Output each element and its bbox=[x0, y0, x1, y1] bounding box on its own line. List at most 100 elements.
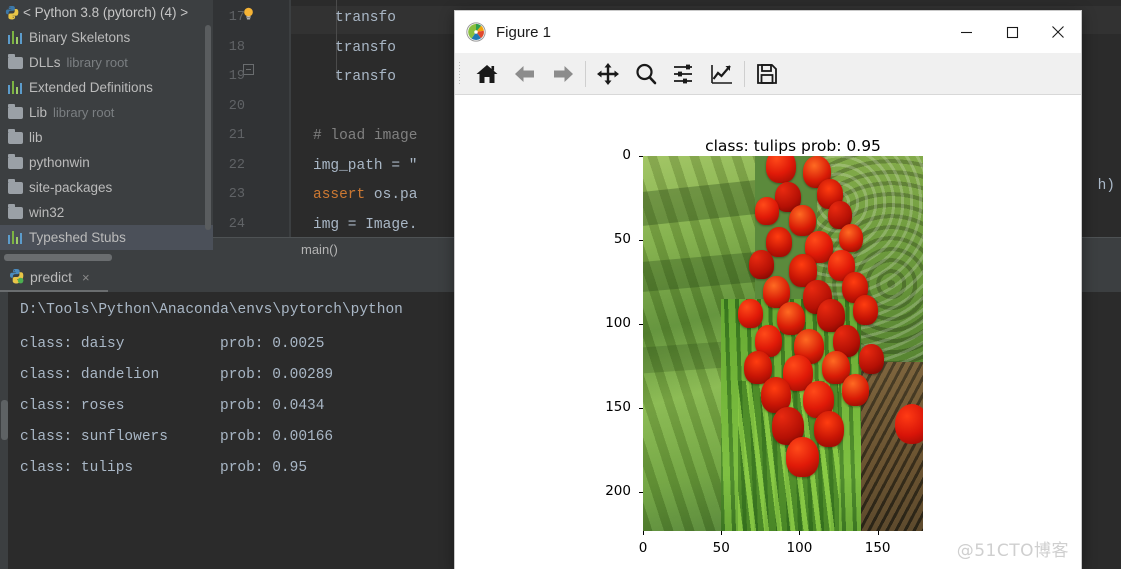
tulip-blossom bbox=[749, 249, 775, 279]
line-number: 23 bbox=[228, 187, 245, 202]
tulip-blossom bbox=[858, 343, 884, 374]
tulip-blossom bbox=[839, 223, 863, 252]
code-line: # load image bbox=[313, 128, 418, 144]
line-number: 19 bbox=[228, 69, 245, 84]
folder-icon bbox=[8, 154, 23, 169]
project-item-site-packages[interactable]: site-packages bbox=[0, 175, 213, 200]
project-vertical-scrollbar[interactable] bbox=[205, 25, 211, 230]
project-item-dlls[interactable]: DLLs library root bbox=[0, 50, 213, 75]
code-line: img = Image. bbox=[313, 216, 418, 233]
x-tick-label: 0 bbox=[638, 540, 648, 556]
console-gutter bbox=[0, 292, 8, 569]
subplot-sliders-icon[interactable] bbox=[665, 57, 703, 91]
tulip-blossom bbox=[788, 204, 816, 236]
minimize-button[interactable] bbox=[943, 11, 989, 53]
y-tick-label: 150 bbox=[605, 399, 631, 416]
project-item-label: win32 bbox=[29, 205, 65, 220]
project-item-label: pythonwin bbox=[29, 155, 90, 170]
toolbar-separator-2 bbox=[744, 60, 745, 87]
project-tool-window: < Python 3.8 (pytorch) (4) > Binary Skel… bbox=[0, 0, 213, 262]
figure-title-bar[interactable]: Figure 1 bbox=[455, 11, 1081, 53]
toolbar-drag-handle[interactable] bbox=[455, 52, 464, 95]
console-class-label: class: sunflowers bbox=[20, 429, 168, 445]
project-item-lib[interactable]: Lib library root bbox=[0, 100, 213, 125]
line-number: 22 bbox=[228, 157, 245, 173]
code-line: img_path = " bbox=[313, 157, 418, 174]
figure-window-title: Figure 1 bbox=[496, 23, 552, 41]
y-tick-label: 0 bbox=[622, 147, 631, 163]
pan-move-icon[interactable] bbox=[589, 57, 627, 91]
project-item-label: Typeshed Stubs bbox=[29, 230, 126, 245]
folder-icon bbox=[8, 54, 23, 69]
maximize-button[interactable] bbox=[989, 11, 1035, 53]
console-scrollbar[interactable] bbox=[1, 400, 8, 440]
console-prob-label: prob: 0.0025 bbox=[220, 336, 325, 352]
project-item-pythonwin[interactable]: pythonwin bbox=[0, 150, 213, 175]
project-item-label: Lib bbox=[29, 105, 48, 120]
back-arrow-icon[interactable] bbox=[506, 57, 544, 91]
folder-icon bbox=[8, 104, 23, 119]
figure-canvas[interactable]: class: tulips prob: 0.95 0 50 100 150 20… bbox=[455, 95, 1081, 569]
tulip-blossom bbox=[785, 437, 819, 478]
matplotlib-figure-window[interactable]: Figure 1 class: tulips prob: 0.95 0 50 1… bbox=[455, 11, 1081, 569]
project-item-sublabel: library root bbox=[53, 105, 115, 120]
y-tick-label: 200 bbox=[605, 483, 631, 500]
y-tick-mark bbox=[639, 156, 643, 157]
y-tick-mark bbox=[639, 324, 643, 326]
x-tick-mark bbox=[643, 531, 644, 535]
x-tick-label: 100 bbox=[786, 540, 813, 556]
y-tick-label: 50 bbox=[613, 231, 631, 248]
bars-icon bbox=[8, 231, 23, 244]
console-result-row: class: dandelion prob: 0.00289 bbox=[20, 367, 333, 383]
x-tick-mark bbox=[877, 531, 879, 535]
y-tick-mark bbox=[639, 240, 643, 242]
tulip-blossom bbox=[853, 294, 878, 325]
code-line: transfo bbox=[335, 69, 396, 85]
line-number: 20 bbox=[228, 98, 245, 114]
project-item-win32[interactable]: win32 bbox=[0, 200, 213, 225]
forward-arrow-icon[interactable] bbox=[544, 57, 582, 91]
project-sdk-header[interactable]: < Python 3.8 (pytorch) (4) > bbox=[0, 0, 213, 25]
image-axes[interactable] bbox=[643, 156, 923, 531]
console-prob-label: prob: 0.00166 bbox=[220, 429, 334, 445]
matplotlib-icon bbox=[466, 22, 486, 42]
y-tick-mark bbox=[639, 408, 643, 410]
folder-icon bbox=[8, 129, 23, 144]
folder-icon bbox=[8, 204, 23, 219]
editor-gutter[interactable]: 17 18 19 20 21 22 23 24 bbox=[213, 0, 291, 237]
project-sdk-label: < Python 3.8 (pytorch) (4) > bbox=[23, 5, 189, 20]
python-run-icon bbox=[8, 268, 24, 287]
home-icon[interactable] bbox=[468, 57, 506, 91]
figure-navigation-toolbar[interactable] bbox=[455, 52, 1081, 95]
project-item-label: site-packages bbox=[29, 180, 113, 195]
window-controls bbox=[943, 11, 1081, 53]
console-result-row: class: roses prob: 0.0434 bbox=[20, 398, 324, 414]
run-tab-predict[interactable]: predict × bbox=[8, 262, 90, 292]
x-tick-mark bbox=[721, 531, 723, 535]
edit-curve-icon[interactable] bbox=[703, 57, 741, 91]
console-prob-label: prob: 0.95 bbox=[220, 460, 308, 476]
project-item-binary-skeletons[interactable]: Binary Skeletons bbox=[0, 25, 213, 50]
console-class-label: class: tulips bbox=[20, 460, 134, 476]
close-button[interactable] bbox=[1035, 11, 1081, 53]
save-floppy-icon[interactable] bbox=[748, 57, 786, 91]
console-class-label: class: daisy bbox=[20, 336, 125, 352]
project-item-extended-definitions[interactable]: Extended Definitions bbox=[0, 75, 213, 100]
project-tree-items: Binary Skeletons DLLs library root Extended… bbox=[0, 25, 213, 250]
close-icon[interactable]: × bbox=[82, 270, 90, 285]
project-item-lib[interactable]: lib bbox=[0, 125, 213, 150]
line-number: 17 bbox=[228, 10, 245, 25]
bars-icon bbox=[8, 81, 23, 94]
project-horizontal-scrollbar[interactable] bbox=[4, 254, 112, 261]
zoom-magnifier-icon[interactable] bbox=[627, 57, 665, 91]
tulip-blossom bbox=[841, 373, 869, 406]
line-number: 18 bbox=[228, 39, 245, 55]
project-item-sublabel: library root bbox=[66, 55, 128, 70]
folder-icon bbox=[8, 179, 23, 194]
code-fragment-right: h) bbox=[1097, 178, 1115, 194]
project-item-typeshed-stubs[interactable]: Typeshed Stubs bbox=[0, 225, 213, 250]
x-tick-label: 150 bbox=[864, 540, 891, 556]
screen-root: < Python 3.8 (pytorch) (4) > Binary Skel… bbox=[0, 0, 1121, 569]
console-result-row: class: sunflowers prob: 0.00166 bbox=[20, 429, 333, 445]
y-tick-label: 100 bbox=[605, 315, 631, 332]
